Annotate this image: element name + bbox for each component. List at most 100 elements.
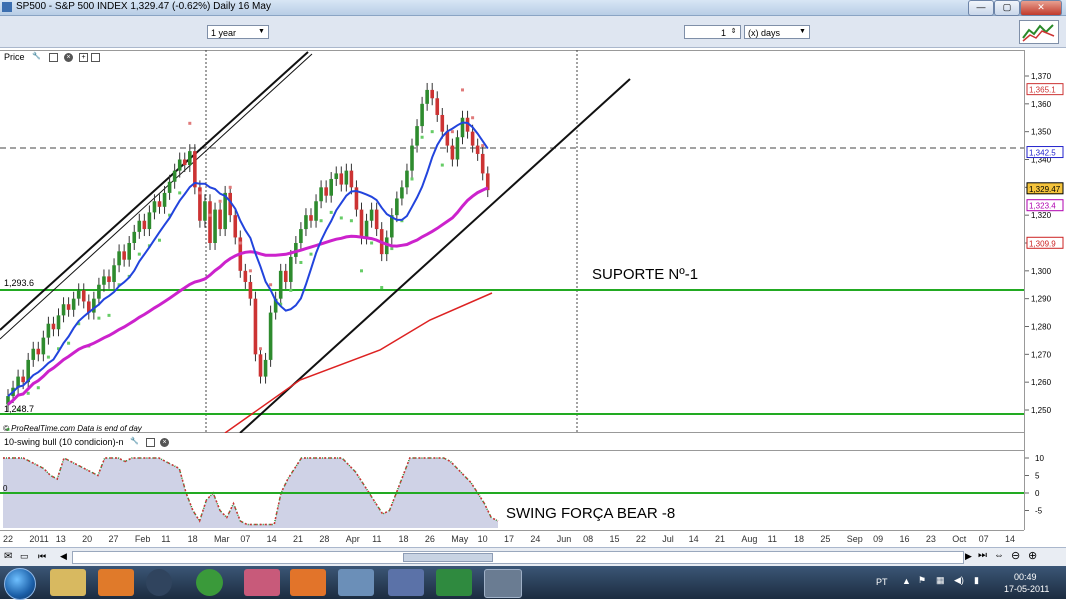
clock-time[interactable]: 00:49 (1014, 572, 1037, 582)
price-badge-label: 1,329.47 (1029, 185, 1061, 194)
language-indicator[interactable]: PT (876, 577, 888, 587)
scroll-end-icon[interactable]: ⏭ (978, 550, 987, 561)
zoom-fit-icon[interactable]: ▭ (20, 551, 29, 562)
price-badge-label: 1,309.9 (1029, 239, 1056, 248)
tray-network-icon[interactable]: ▦ (936, 575, 945, 586)
count-value: 1 (720, 28, 726, 38)
sar-dot (269, 283, 273, 287)
candle-body (440, 114, 445, 132)
explorer-taskbar-icon[interactable] (50, 569, 86, 596)
sar-dot (198, 191, 202, 195)
clock-date[interactable]: 17-05-2011 (1004, 584, 1049, 594)
media-player-taskbar-icon[interactable] (98, 569, 134, 596)
scroll-right-icon[interactable]: ▶ (965, 551, 972, 562)
scroll-thumb[interactable] (403, 553, 493, 562)
candle-body (71, 298, 76, 310)
hp-taskbar-icon[interactable] (146, 569, 172, 596)
network-taskbar-icon[interactable] (338, 569, 374, 596)
candle-body (283, 270, 288, 282)
candle-body (263, 359, 268, 377)
tray-flag-icon[interactable]: ⚑ (918, 575, 926, 586)
windows-taskbar: PT ▲ ⚑ ▦ ◀) ▮ 00:49 17-05-2011 (0, 566, 1066, 600)
candle-body (218, 209, 222, 230)
volume-icon[interactable]: ◀) (954, 575, 964, 586)
candle-body (450, 145, 455, 160)
candle-body (31, 348, 36, 360)
paint-taskbar-icon[interactable] (388, 569, 424, 596)
candle-body (51, 323, 56, 330)
sar-dot (248, 269, 252, 273)
candle-body (420, 103, 424, 127)
sar-dot (238, 241, 242, 245)
price-tick-label: 1,300 (1031, 267, 1052, 276)
date-tick-label: 21 (715, 534, 725, 544)
sar-dot (471, 116, 475, 120)
candle-body (167, 181, 172, 193)
utorrent-taskbar-icon[interactable] (196, 569, 223, 596)
sar-dot (46, 355, 50, 359)
price-chart[interactable]: 1,293.6 1,248.7 SUPORTE Nº-1 © ProRealTi… (0, 50, 1024, 433)
maximize-button[interactable]: ▢ (994, 0, 1020, 16)
candle-body (455, 137, 460, 160)
app-taskbar-icon[interactable] (244, 569, 280, 596)
close-icon[interactable]: × (160, 438, 169, 447)
date-tick-label: 22 (636, 534, 646, 544)
stepper-arrows-icon[interactable]: ⇕ (728, 27, 739, 37)
excel-taskbar-icon[interactable] (436, 569, 472, 596)
price-tick-label: 1,360 (1031, 100, 1052, 109)
indicator-panel-header: 10-swing bull (10 condicion)-n 🔧 × (2, 437, 192, 449)
candle-body (41, 337, 46, 355)
window-icon[interactable] (146, 438, 155, 447)
sar-dot (259, 347, 262, 351)
chart-style-icon[interactable] (1019, 20, 1059, 44)
candle-body (208, 201, 212, 243)
period-value: 1 year (211, 28, 237, 38)
candle-body (61, 304, 66, 316)
sar-dot (26, 391, 30, 395)
candle-body (172, 170, 177, 182)
chevron-down-icon: ▼ (258, 28, 265, 35)
date-tick-label: 17 (504, 534, 514, 544)
candle-body (188, 151, 192, 166)
envelope-icon[interactable]: ✉ (4, 551, 12, 562)
candle-body (132, 231, 137, 243)
sar-dot (178, 191, 182, 195)
unit-select[interactable]: (x) days ▼ (744, 25, 810, 39)
candle-body (334, 173, 339, 179)
tray-expand-icon[interactable]: ▲ (902, 576, 911, 586)
candle-body (253, 298, 258, 355)
zoom-out-icon[interactable]: ⊖ (1011, 549, 1020, 562)
scroll-track[interactable] (72, 551, 964, 564)
sar-dot (440, 163, 444, 167)
sar-dot (450, 130, 454, 134)
date-tick-label: May (451, 534, 469, 544)
chart-scrollbar[interactable]: ✉ ▭ ⏮ ◀ ▶ ⏭ ⇔ ⊖ ⊕ (0, 547, 1066, 566)
candlestick-series (6, 82, 490, 412)
zoom-range-icon[interactable]: ⇔ (994, 550, 1004, 561)
sar-dot (380, 286, 384, 290)
zoom-in-icon[interactable]: ⊕ (1028, 549, 1037, 562)
candle-body (102, 276, 106, 285)
tray-signal-icon[interactable]: ▮ (974, 575, 979, 586)
prorealtime-taskbar-icon[interactable] (484, 569, 522, 598)
swing-indicator-chart[interactable]: 0 SWING FORÇA BEAR -8 (0, 450, 1024, 530)
candle-body (258, 354, 263, 377)
close-button[interactable]: ✕ (1020, 0, 1062, 16)
sar-dot (329, 210, 333, 214)
start-button[interactable] (4, 568, 36, 600)
count-stepper[interactable]: 1 ⇕ (684, 25, 741, 39)
period-select[interactable]: 1 year ▼ (207, 25, 269, 39)
date-tick-label: Feb (135, 534, 151, 544)
scroll-left-icon[interactable]: ◀ (60, 551, 67, 562)
candle-body (470, 131, 475, 146)
app-icon (2, 2, 12, 12)
candle-body (21, 376, 25, 383)
minimize-button[interactable]: — (968, 0, 994, 16)
channel-upper-line (0, 51, 309, 331)
candle-body (359, 209, 364, 238)
scroll-start-icon[interactable]: ⏮ (38, 551, 46, 562)
firefox-taskbar-icon[interactable] (290, 569, 326, 596)
wrench-icon[interactable]: 🔧 (130, 438, 139, 447)
price-badge-label: 1,342.5 (1029, 149, 1056, 158)
candle-body (248, 281, 253, 299)
